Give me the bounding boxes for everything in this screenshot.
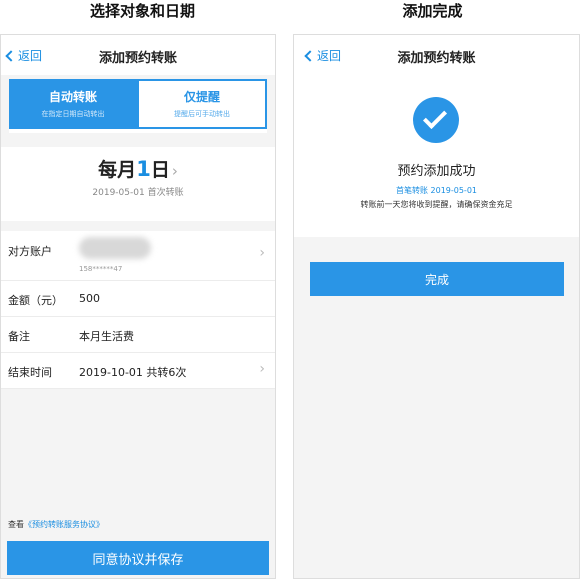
remind-only-subtitle: 提醒后可手动转出 (174, 110, 230, 118)
agreement-prefix: 查看 (8, 520, 24, 529)
done-button[interactable]: 完成 (310, 262, 564, 296)
date-day: 1 (136, 157, 151, 181)
amount-label: 金额（元） (8, 294, 63, 307)
end-time-row[interactable]: 结束时间 2019-10-01 共转6次 › (1, 353, 275, 389)
check-circle-icon (413, 97, 459, 143)
agreement-line: 查看《预约转账服务协议》 (8, 519, 104, 530)
amount-row[interactable]: 金额（元） 500 (1, 281, 275, 317)
success-panel: 预约添加成功 首笔转账 2019-05-01 转账前一天您将收到提醒，请确保资金… (294, 75, 579, 237)
auto-transfer-option[interactable]: 自动转账 在指定日期自动转出 (9, 79, 137, 129)
checkmark-icon (422, 104, 448, 130)
chevron-right-icon: › (171, 162, 178, 180)
amount-value: 500 (79, 292, 100, 305)
page-title: 添加预约转账 (397, 51, 476, 66)
right-caption: 添加完成 (402, 2, 463, 20)
auto-transfer-title: 自动转账 (48, 90, 97, 104)
note-label: 备注 (8, 330, 30, 343)
remind-only-option[interactable]: 仅提醒 提醒后可手动转出 (137, 79, 267, 129)
first-transfer-info: 首笔转账 2019-05-01 (395, 186, 478, 195)
left-caption: 选择对象和日期 (89, 2, 195, 20)
chevron-right-icon: › (259, 245, 265, 261)
end-time-value: 2019-10-01 共转6次 (79, 366, 187, 379)
account-row[interactable]: 对方账户 158******47 › (1, 231, 275, 281)
date-suffix: 日 (150, 159, 170, 181)
chevron-right-icon: › (259, 361, 265, 377)
date-display: 每月1日 › (1, 155, 275, 182)
note-value: 本月生活费 (79, 330, 134, 343)
add-transfer-screen: 返回 添加预约转账 自动转账 在指定日期自动转出 仅提醒 提醒后可手动转出 每月… (0, 34, 276, 579)
reminder-note: 转账前一天您将收到提醒，请确保资金充足 (360, 200, 513, 209)
account-label: 对方账户 (8, 245, 52, 258)
navbar: 返回 添加预约转账 (294, 35, 579, 75)
remind-only-title: 仅提醒 (183, 90, 220, 104)
agree-and-save-button[interactable]: 同意协议并保存 (7, 541, 269, 575)
note-row[interactable]: 备注 本月生活费 (1, 317, 275, 353)
first-transfer-date: 2019-05-01 首次转账 (92, 188, 184, 198)
agreement-link[interactable]: 《预约转账服务协议》 (24, 520, 104, 529)
add-complete-screen: 返回 添加预约转账 预约添加成功 首笔转账 2019-05-01 转账前一天您将… (293, 34, 580, 579)
navbar: 返回 添加预约转账 (1, 35, 275, 75)
auto-transfer-subtitle: 在指定日期自动转出 (41, 110, 105, 118)
page-title: 添加预约转账 (98, 51, 177, 66)
date-prefix: 每月 (98, 159, 137, 181)
account-name-blurred (79, 237, 151, 259)
end-time-label: 结束时间 (8, 366, 52, 379)
success-title: 预约添加成功 (397, 164, 476, 179)
mode-selector: 自动转账 在指定日期自动转出 仅提醒 提醒后可手动转出 (9, 79, 267, 133)
account-number: 158******47 (79, 265, 123, 273)
date-picker[interactable]: 每月1日 › 2019-05-01 首次转账 (1, 147, 275, 221)
